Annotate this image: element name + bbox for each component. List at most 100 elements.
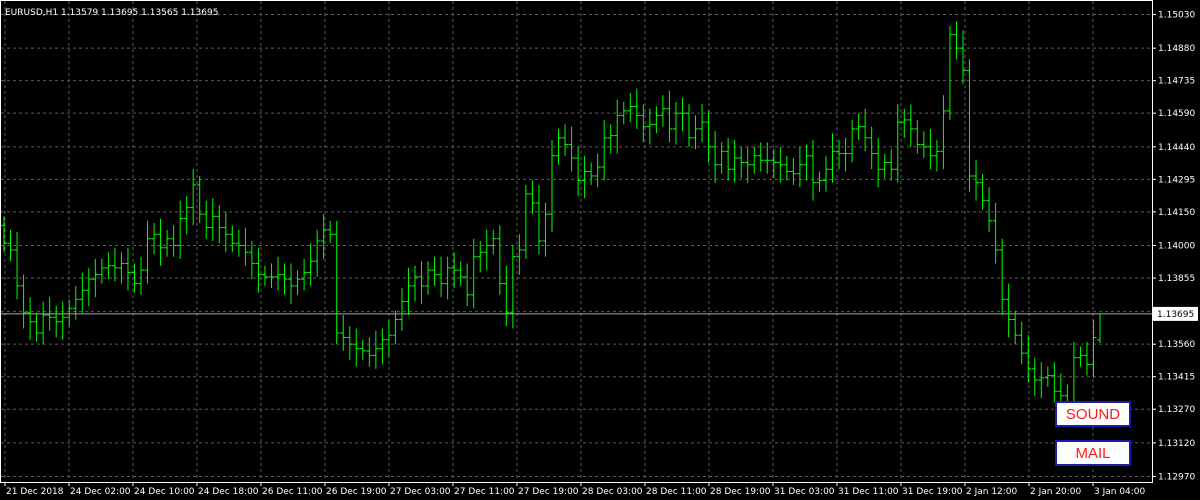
sound-button[interactable]: SOUND <box>1055 401 1131 427</box>
ohlc-bar <box>294 270 301 295</box>
ohlc-bar <box>118 252 125 284</box>
ohlc-bar <box>562 124 569 156</box>
ohlc-bar <box>686 104 692 147</box>
ohlc-bar <box>1012 310 1019 345</box>
y-tick-label: 1.14295 <box>1158 175 1195 185</box>
ohlc-bar <box>359 339 366 360</box>
ohlc-bar <box>281 263 288 295</box>
ohlc-bar <box>27 297 34 340</box>
ohlc-bar <box>242 227 249 266</box>
ohlc-bar <box>999 238 1006 316</box>
ohlc-bar <box>275 256 281 291</box>
ohlc-bar <box>1005 283 1012 338</box>
ohlc-bar <box>1090 319 1097 378</box>
ohlc-bar <box>679 97 686 132</box>
x-tick-label: 27 Dec 19:00 <box>518 487 579 497</box>
mail-button[interactable]: MAIL <box>1055 440 1131 466</box>
ohlc-bar <box>966 59 973 192</box>
ohlc-bar <box>483 229 490 271</box>
ohlc-bar <box>131 263 138 293</box>
ohlc-bar <box>151 223 158 255</box>
ohlc-bar <box>920 131 927 159</box>
ohlc-bar <box>816 171 823 192</box>
ohlc-bar <box>366 337 373 367</box>
x-tick-label: 2 Jan 12:00 <box>966 487 1018 497</box>
ohlc-bar <box>881 153 888 179</box>
ohlc-bar <box>170 225 177 257</box>
ohlc-bar <box>183 196 190 235</box>
ohlc-bar <box>222 211 229 253</box>
ohlc-bar <box>933 140 940 172</box>
ohlc-bar <box>601 119 608 181</box>
ohlc-bar <box>438 256 445 298</box>
ohlc-bar <box>712 131 719 183</box>
ohlc-bar <box>177 200 184 259</box>
ohlc-bar <box>235 229 242 257</box>
chart-header: EURUSD,H1 1.13579 1.13695 1.13565 1.1369… <box>5 8 218 18</box>
ohlc-bar <box>470 238 477 309</box>
x-tick-label: 24 Dec 10:00 <box>134 487 195 497</box>
ohlc-bar <box>1 216 7 253</box>
x-tick-label: 26 Dec 19:00 <box>326 487 387 497</box>
ohlc-bar <box>588 162 595 185</box>
ohlc-bar <box>464 263 471 307</box>
ohlc-bar <box>261 265 268 286</box>
ohlc-bar <box>451 252 458 289</box>
ohlc-bar <box>522 184 529 259</box>
x-tick-label: 31 Dec 11:00 <box>838 487 899 497</box>
ohlc-bar <box>829 133 836 183</box>
y-tick-label: 1.15030 <box>1158 11 1195 21</box>
ohlc-bar <box>672 101 679 145</box>
y-tick-label: 1.12970 <box>1158 473 1195 483</box>
ohlc-bar <box>509 245 516 329</box>
ohlc-bar <box>33 312 40 342</box>
ohlc-bar <box>633 88 640 129</box>
ohlc-bar <box>627 92 634 123</box>
ohlc-bar <box>105 252 112 280</box>
x-tick-label: 28 Dec 03:00 <box>582 487 643 497</box>
ohlc-bar <box>314 229 321 277</box>
ohlc-bar <box>855 113 862 141</box>
ohlc-bar <box>164 229 171 257</box>
ohlc-bar <box>973 160 980 201</box>
ohlc-bar <box>392 310 399 345</box>
ohlc-bar <box>196 175 203 224</box>
x-tick-label: 2 Jan 20:00 <box>1030 487 1082 497</box>
ohlc-bar <box>529 180 536 215</box>
ohlc-bar <box>535 184 542 255</box>
ohlc-bar <box>581 155 588 199</box>
x-tick-label: 28 Dec 11:00 <box>646 487 707 497</box>
y-tick-label: 1.14735 <box>1158 77 1195 87</box>
ohlc-bar <box>425 261 432 295</box>
ohlc-bar <box>385 319 392 358</box>
ohlc-bar <box>1025 335 1032 383</box>
ohlc-bar <box>346 326 353 360</box>
ohlc-bar <box>842 137 849 172</box>
ohlc-bar <box>320 214 327 259</box>
ohlc-bar <box>327 220 334 244</box>
ohlc-bar <box>496 225 503 295</box>
ohlc-bar <box>1051 362 1058 403</box>
x-tick-label: 28 Dec 19:00 <box>710 487 771 497</box>
ohlc-bar <box>229 225 236 253</box>
ohlc-bar <box>907 104 914 147</box>
ohlc-bar <box>190 169 197 226</box>
y-tick-label: 1.14000 <box>1158 242 1195 252</box>
ohlc-bar <box>868 126 875 170</box>
current-price-label: 1.13695 <box>1153 306 1198 321</box>
ohlc-bar <box>607 124 614 154</box>
ohlc-bar <box>849 119 856 163</box>
ohlc-bar <box>705 110 712 163</box>
ohlc-bar <box>418 261 425 304</box>
ohlc-bar <box>340 315 347 351</box>
ohlc-bar <box>40 301 47 345</box>
ohlc-bar <box>301 258 308 291</box>
price-chart[interactable]: 1.15030 1.14880 1.14735 1.14590 1.14440 1.142… <box>0 0 1200 500</box>
ohlc-bar <box>783 155 790 181</box>
x-axis: 21 Dec 2018 24 Dec 02:00 24 Dec 10:00 24 De… <box>4 482 1146 497</box>
ohlc-bar <box>209 198 216 242</box>
ohlc-bar <box>731 140 738 183</box>
x-tick-label: 24 Dec 02:00 <box>70 487 131 497</box>
ohlc-bar <box>98 258 105 284</box>
ohlc-bar <box>542 202 549 257</box>
